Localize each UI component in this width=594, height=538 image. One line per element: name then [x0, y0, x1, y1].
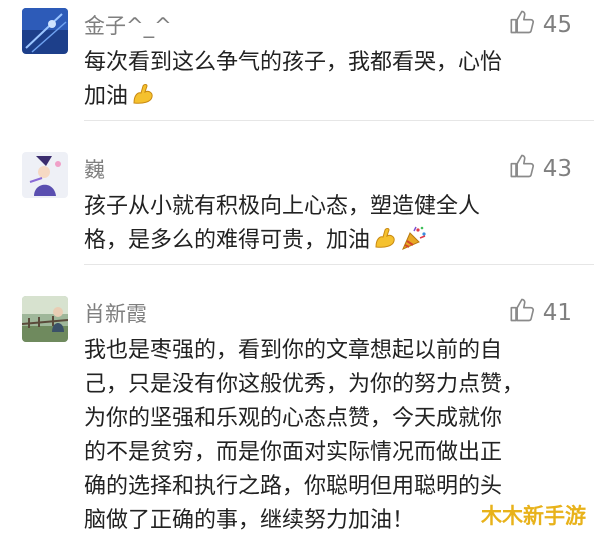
username[interactable]: 巍: [84, 154, 105, 184]
comment-3: 肖新霞 41 我也是枣强的，看到你的文章想起以前的自 己，只是没有你这般优秀，为…: [0, 296, 594, 534]
like-count: 43: [542, 156, 572, 182]
comment-line: 为你的坚强和乐观的心态点赞，今天成就你: [84, 406, 503, 431]
comment-text: 每次看到这么争气的孩子，我都看哭，心怡 加油: [84, 46, 574, 118]
comment-line-with-emoji: 格，是多么的难得可贵，加油: [84, 224, 574, 262]
comment-line-with-emoji: 加油: [84, 80, 574, 118]
divider: [84, 264, 594, 265]
avatar[interactable]: [22, 152, 68, 198]
comment-line: 孩子从小就有积极向上心态，塑造健全人: [84, 194, 481, 219]
comment-line: 确的选择和执行之路，你聪明但用聪明的头: [84, 474, 503, 499]
comment-line: 我也是枣强的，看到你的文章想起以前的自: [84, 338, 503, 363]
comment-line: 的不是贫穷，而是你面对实际情况而做出正: [84, 440, 503, 465]
comment-line: 加油: [84, 84, 129, 109]
like-count: 45: [542, 12, 572, 38]
comment-line: 每次看到这么争气的孩子，我都看哭，心怡: [84, 50, 503, 75]
party-popper-icon: [400, 225, 428, 262]
comment-line: 格，是多么的难得可贵，加油: [84, 228, 371, 253]
flexed-biceps-icon: [372, 225, 398, 262]
divider: [84, 120, 594, 121]
username[interactable]: 肖新霞: [84, 298, 147, 328]
like-button[interactable]: 45: [509, 8, 572, 42]
watermark: 木木新手游: [481, 504, 586, 528]
flexed-biceps-icon: [130, 81, 156, 118]
like-count: 41: [542, 300, 572, 326]
comment-1: 金子^_^ 45 每次看到这么争气的孩子，我都看哭，心怡 加油: [0, 8, 594, 121]
username[interactable]: 金子^_^: [84, 10, 172, 40]
comment-text: 孩子从小就有积极向上心态，塑造健全人 格，是多么的难得可贵，加油: [84, 190, 574, 262]
thumbs-up-icon: [509, 152, 537, 186]
avatar[interactable]: [22, 8, 68, 54]
avatar[interactable]: [22, 296, 68, 342]
comment-line: 己，只是没有你这般优秀，为你的努力点赞，: [84, 372, 525, 397]
like-button[interactable]: 41: [509, 296, 572, 330]
thumbs-up-icon: [509, 8, 537, 42]
like-button[interactable]: 43: [509, 152, 572, 186]
comment-2: 巍 43 孩子从小就有积极向上心态，塑造健全人 格，是多么的难得可贵，加油: [0, 152, 594, 265]
thumbs-up-icon: [509, 296, 537, 330]
